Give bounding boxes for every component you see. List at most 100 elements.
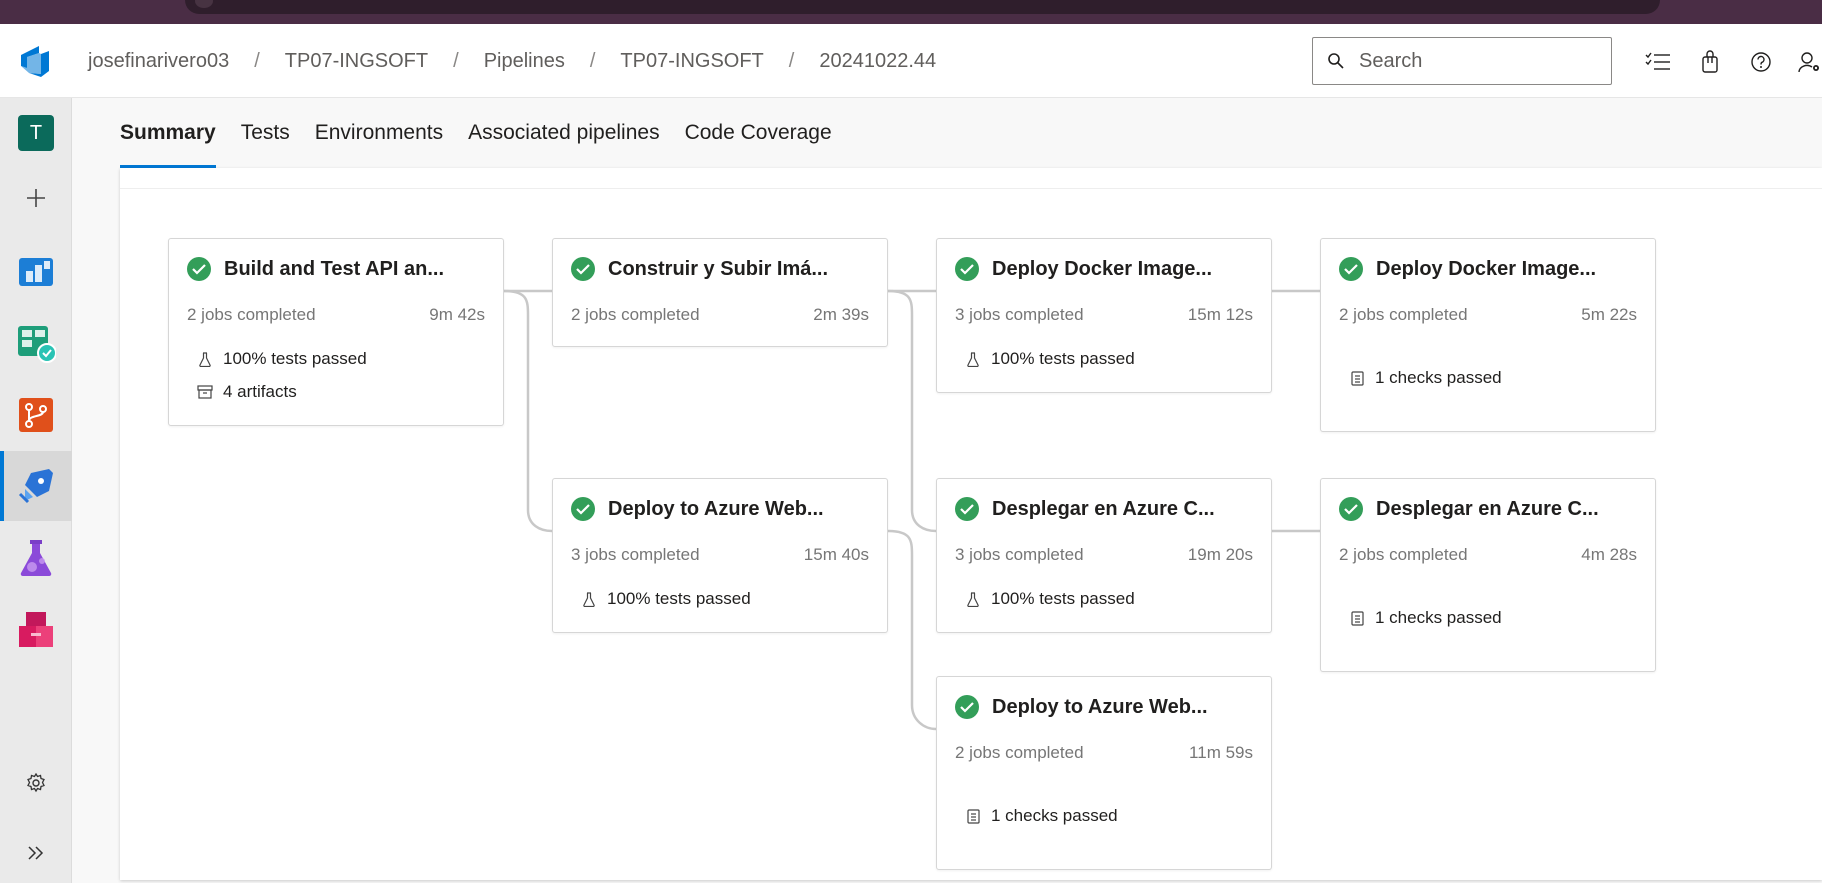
stage-name: Deploy to Azure Web... — [608, 497, 824, 520]
tests-passed: 100% tests passed — [223, 349, 367, 368]
stage-card[interactable]: Build and Test API an... 2 jobs complete… — [168, 238, 504, 426]
checks-passed: 1 checks passed — [991, 806, 1118, 825]
stage-duration: 19m 20s — [1187, 545, 1253, 564]
jobs-completed: 2 jobs completed — [1339, 545, 1468, 564]
repos-icon[interactable] — [0, 380, 72, 450]
settings-gear-icon[interactable] — [0, 758, 72, 808]
stage-duration: 9m 42s — [429, 305, 485, 324]
help-icon[interactable] — [1747, 48, 1775, 76]
flask-icon — [965, 591, 981, 607]
checks-passed: 1 checks passed — [1375, 608, 1502, 627]
stage-title: Desplegar en Azure C... — [955, 497, 1215, 521]
test-plans-icon[interactable] — [0, 523, 72, 593]
flask-icon — [197, 351, 213, 367]
tests-row[interactable]: 100% tests passed — [197, 349, 367, 369]
tab-associated-pipelines[interactable]: Associated pipelines — [468, 98, 659, 168]
stage-card[interactable]: Construir y Subir Imá... 2 jobs complete… — [552, 238, 888, 347]
breadcrumb-project[interactable]: TP07-INGSOFT — [285, 50, 428, 73]
stage-card[interactable]: Desplegar en Azure C... 2 jobs completed… — [1320, 478, 1656, 672]
stage-jobs-row: 2 jobs completed 5m 22s — [1339, 305, 1637, 325]
project-badge: T — [18, 115, 54, 151]
breadcrumb-separator: / — [788, 49, 795, 72]
stage-jobs-row: 2 jobs completed 4m 28s — [1339, 545, 1637, 565]
search-box[interactable] — [1312, 37, 1612, 85]
breadcrumb-separator: / — [589, 49, 596, 72]
browser-indicator-icon — [195, 0, 213, 8]
stage-title: Desplegar en Azure C... — [1339, 497, 1599, 521]
jobs-completed: 2 jobs completed — [187, 305, 316, 324]
success-check-icon — [955, 695, 979, 719]
stage-duration: 15m 12s — [1187, 305, 1253, 324]
success-check-icon — [955, 497, 979, 521]
user-settings-icon[interactable] — [1796, 48, 1822, 76]
success-check-icon — [1339, 257, 1363, 281]
checks-row[interactable]: 1 checks passed — [965, 806, 1118, 826]
stage-jobs-row: 2 jobs completed 9m 42s — [187, 305, 485, 325]
flask-icon — [965, 351, 981, 367]
add-icon[interactable] — [0, 163, 72, 233]
project-avatar[interactable]: T — [0, 98, 72, 168]
tab-code-coverage[interactable]: Code Coverage — [685, 98, 832, 168]
tests-passed: 100% tests passed — [607, 589, 751, 608]
stage-duration: 11m 59s — [1189, 743, 1253, 762]
stage-name: Construir y Subir Imá... — [608, 257, 829, 280]
test-check-icon[interactable] — [0, 308, 72, 378]
tab-summary[interactable]: Summary — [120, 98, 216, 168]
archive-icon — [197, 384, 213, 400]
azure-devops-logo-icon[interactable] — [18, 44, 52, 78]
checks-row[interactable]: 1 checks passed — [1349, 368, 1502, 388]
stage-card[interactable]: Deploy Docker Image... 2 jobs completed … — [1320, 238, 1656, 432]
breadcrumb-separator: / — [254, 49, 260, 72]
stage-jobs-row: 3 jobs completed 15m 40s — [571, 545, 869, 565]
breadcrumb-pipeline[interactable]: TP07-INGSOFT — [620, 50, 763, 73]
artifacts-count: 4 artifacts — [223, 382, 297, 401]
stage-name: Deploy to Azure Web... — [992, 695, 1208, 718]
stage-name: Deploy Docker Image... — [1376, 257, 1597, 280]
stage-card[interactable]: Desplegar en Azure C... 3 jobs completed… — [936, 478, 1272, 633]
stage-duration: 4m 28s — [1581, 545, 1637, 564]
stage-duration: 2m 39s — [813, 305, 869, 324]
success-check-icon — [955, 257, 979, 281]
stage-jobs-row: 2 jobs completed 2m 39s — [571, 305, 869, 325]
stage-jobs-row: 3 jobs completed 19m 20s — [955, 545, 1253, 565]
jobs-completed: 3 jobs completed — [955, 305, 1084, 324]
left-navigation: T — [0, 98, 72, 883]
success-check-icon — [571, 257, 595, 281]
breadcrumb-run[interactable]: 20241022.44 — [819, 50, 936, 73]
checklist-icon — [965, 808, 981, 824]
artifacts-icon[interactable] — [0, 595, 72, 665]
browser-address-bar[interactable] — [185, 0, 1660, 14]
tests-row[interactable]: 100% tests passed — [965, 349, 1135, 369]
jobs-completed: 3 jobs completed — [571, 545, 700, 564]
tests-row[interactable]: 100% tests passed — [581, 589, 751, 609]
pipelines-icon[interactable] — [0, 451, 72, 521]
stage-name: Desplegar en Azure C... — [1376, 497, 1599, 520]
task-list-icon[interactable] — [1644, 48, 1672, 76]
shopping-bag-icon[interactable] — [1696, 48, 1724, 76]
boards-icon[interactable] — [0, 236, 72, 306]
stage-card[interactable]: Deploy to Azure Web... 3 jobs completed … — [552, 478, 888, 633]
checks-row[interactable]: 1 checks passed — [1349, 608, 1502, 628]
search-input[interactable] — [1359, 49, 1589, 73]
stage-name: Build and Test API an... — [224, 257, 445, 280]
jobs-completed: 2 jobs completed — [1339, 305, 1468, 324]
expand-chevron-icon[interactable] — [0, 828, 72, 878]
stage-card[interactable]: Deploy to Azure Web... 2 jobs completed … — [936, 676, 1272, 870]
stage-name: Desplegar en Azure C... — [992, 497, 1215, 520]
breadcrumb-pipelines[interactable]: Pipelines — [484, 50, 565, 73]
checklist-icon — [1349, 370, 1365, 386]
tests-row[interactable]: 100% tests passed — [965, 589, 1135, 609]
tests-passed: 100% tests passed — [991, 589, 1135, 608]
top-header: josefinarivero03 / TP07-INGSOFT / Pipeli… — [0, 24, 1822, 98]
tab-environments[interactable]: Environments — [315, 98, 443, 168]
stage-name: Deploy Docker Image... — [992, 257, 1213, 280]
stage-card[interactable]: Deploy Docker Image... 3 jobs completed … — [936, 238, 1272, 393]
breadcrumb-organization[interactable]: josefinarivero03 — [88, 50, 229, 73]
divider — [120, 188, 1822, 189]
stage-duration: 5m 22s — [1581, 305, 1637, 324]
checklist-icon — [1349, 610, 1365, 626]
artifacts-row[interactable]: 4 artifacts — [197, 382, 297, 402]
jobs-completed: 2 jobs completed — [571, 305, 700, 324]
success-check-icon — [1339, 497, 1363, 521]
tab-tests[interactable]: Tests — [241, 98, 290, 168]
